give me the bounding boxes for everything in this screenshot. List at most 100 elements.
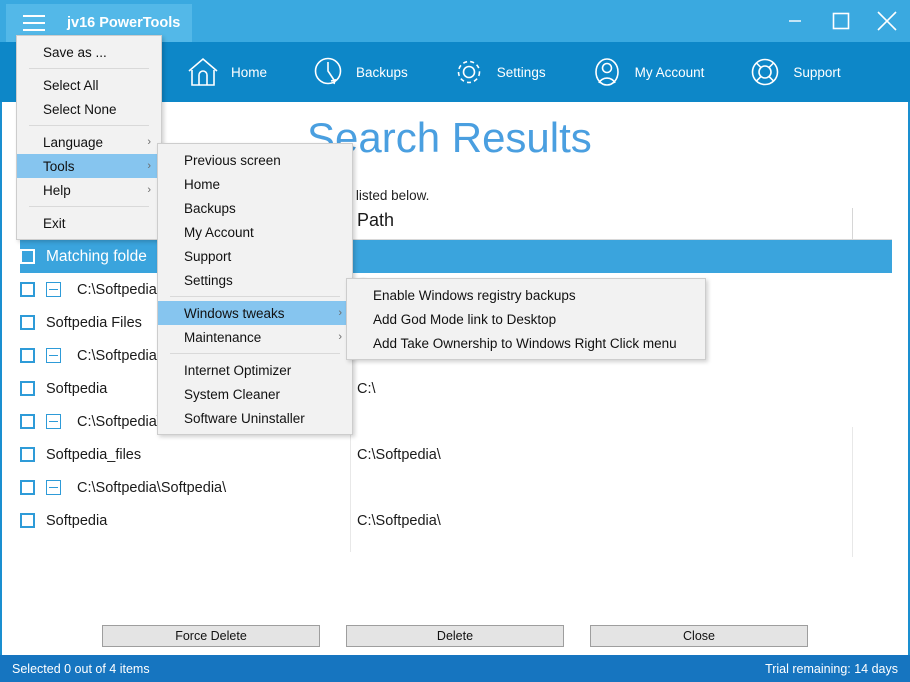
row-name-cell: C:\Softpedia [20,348,157,364]
nav-label: Home [231,64,268,80]
row-path: C:\ [357,380,376,397]
menu-item-home[interactable]: Home [158,172,352,196]
menu-item-language[interactable]: Language › [17,130,161,154]
tools-submenu: Previous screen Home Backups My Account … [157,143,353,435]
row-name: C:\Softpedia [77,347,157,364]
nav-item-settings[interactable]: Settings [452,55,546,89]
clock-icon [314,57,342,85]
menu-item-label: Windows tweaks [184,305,285,321]
row-name: Softpedia [46,512,108,529]
maximize-icon [832,12,850,30]
row-checkbox[interactable] [20,249,35,264]
chevron-right-icon: › [147,160,151,172]
row-checkbox[interactable] [20,381,35,396]
row-checkbox[interactable] [20,513,35,528]
menu-separator [29,206,149,207]
menu-item-backups[interactable]: Backups [158,196,352,220]
nav-item-home[interactable]: Home [186,55,267,89]
status-trial-remaining: Trial remaining: 14 days [765,661,898,676]
menu-item-label: Help [43,182,71,198]
menu-separator [29,125,149,126]
row-name: Softpedia [46,380,108,397]
status-selection-count: Selected 0 out of 4 items [12,661,150,676]
menu-item-settings[interactable]: Settings [158,268,352,292]
menu-separator [29,68,149,69]
menu-item-add-take-ownership[interactable]: Add Take Ownership to Windows Right Clic… [347,331,705,355]
menu-item-enable-registry-backups[interactable]: Enable Windows registry backups [347,283,705,307]
menu-item-windows-tweaks[interactable]: Windows tweaks › [158,301,352,325]
menu-item-select-all[interactable]: Select All [17,73,161,97]
chevron-right-icon: › [147,136,151,148]
column-header-label: Path [357,210,395,230]
menu-item-select-none[interactable]: Select None [17,97,161,121]
hamburger-menu-icon[interactable] [23,15,45,31]
row-checkbox[interactable] [20,447,35,462]
row-path: C:\Softpedia\ [357,512,441,529]
minimize-icon [789,20,801,22]
row-name: C:\Softpedia\Softpedia\ [77,479,227,496]
collapse-icon[interactable] [46,282,61,297]
menu-item-internet-optimizer[interactable]: Internet Optimizer [158,358,352,382]
user-icon [594,58,619,86]
close-button[interactable] [864,0,910,42]
row-path: C:\Softpedia\ [357,446,441,463]
menu-item-add-god-mode[interactable]: Add God Mode link to Desktop [347,307,705,331]
row-name-cell: C:\Softpedia\Softpedia\ [20,480,226,496]
collapse-icon[interactable] [46,414,61,429]
menu-item-maintenance[interactable]: Maintenance › [158,325,352,349]
row-name-cell: C:\Softpedia [20,282,157,298]
table-row[interactable]: Softpedia C:\ [20,372,892,405]
gear-icon [457,60,481,84]
collapse-icon[interactable] [46,348,61,363]
menu-item-support[interactable]: Support [158,244,352,268]
chevron-right-icon: › [338,331,342,343]
menu-separator [170,353,340,354]
nav-label: Support [793,64,841,80]
menu-item-my-account[interactable]: My Account [158,220,352,244]
force-delete-button[interactable]: Force Delete [102,625,320,647]
row-checkbox[interactable] [20,282,35,297]
table-row[interactable]: Softpedia C:\Softpedia\ [20,504,892,537]
table-row[interactable]: C:\Softpedia\Softpedia_files\ [20,405,892,438]
table-row[interactable]: Softpedia_files C:\Softpedia\ [20,438,892,471]
menu-item-save-as[interactable]: Save as ... [17,40,161,64]
row-checkbox[interactable] [20,480,35,495]
nav-item-backups[interactable]: Backups [311,55,408,89]
collapse-icon[interactable] [46,480,61,495]
row-checkbox[interactable] [20,315,35,330]
application-window: jv16 PowerTools Home Backups Settings My… [0,0,910,682]
menu-item-help[interactable]: Help › [17,178,161,202]
row-checkbox[interactable] [20,414,35,429]
menu-item-system-cleaner[interactable]: System Cleaner [158,382,352,406]
close-icon [877,11,897,31]
nav-label: Settings [496,64,546,80]
close-dialog-button[interactable]: Close [590,625,808,647]
delete-button[interactable]: Delete [346,625,564,647]
lifebuoy-icon [752,58,779,86]
row-name-cell: Softpedia [20,513,107,529]
menu-item-exit[interactable]: Exit [17,211,161,235]
nav-label: Backups [356,64,408,80]
status-bar: Selected 0 out of 4 items Trial remainin… [0,655,910,682]
row-name-cell: Softpedia Files [20,315,142,331]
table-row[interactable]: C:\Softpedia\Softpedia\ [20,471,892,504]
chevron-right-icon: › [338,307,342,319]
minimize-button[interactable] [772,0,818,42]
maximize-button[interactable] [818,0,864,42]
chevron-right-icon: › [147,184,151,196]
menu-item-label: Tools [43,158,75,174]
windows-tweaks-submenu: Enable Windows registry backups Add God … [346,278,706,360]
row-name-cell: Softpedia_files [20,447,141,463]
column-divider[interactable] [852,208,853,240]
menu-item-software-uninstaller[interactable]: Software Uninstaller [158,406,352,430]
nav-item-my-account[interactable]: My Account [590,55,704,89]
nav-item-support[interactable]: Support [748,55,841,89]
column-header-path[interactable]: Path [357,210,394,231]
row-checkbox[interactable] [20,348,35,363]
menu-item-previous-screen[interactable]: Previous screen [158,148,352,172]
menu-item-tools[interactable]: Tools › [17,154,161,178]
row-name: Softpedia Files [46,314,142,331]
table-row[interactable]: Matching folde [20,240,892,273]
menu-item-label: Language [43,134,104,150]
window-title: jv16 PowerTools [67,15,181,31]
